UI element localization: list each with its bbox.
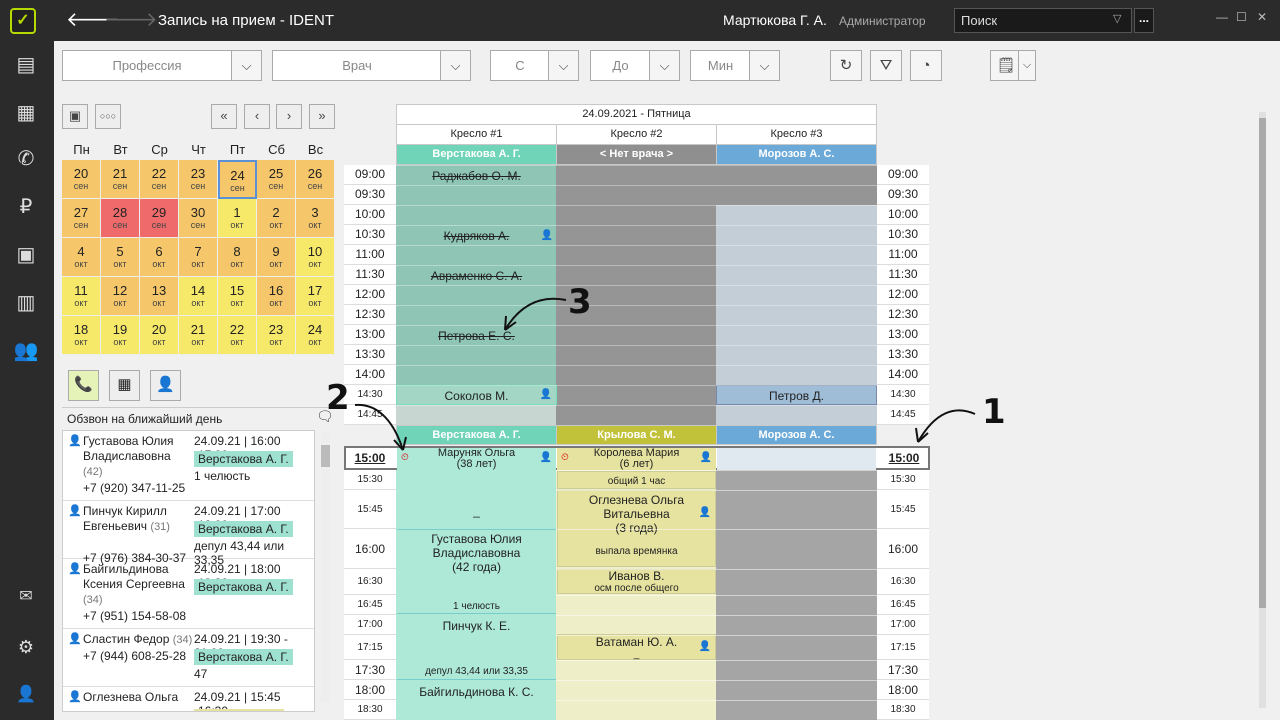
annotation-label: 3 <box>568 282 592 322</box>
annotation-overlay <box>354 297 976 451</box>
annotation-label: 1 <box>982 392 1006 432</box>
annotation-label: 2 <box>326 378 350 418</box>
